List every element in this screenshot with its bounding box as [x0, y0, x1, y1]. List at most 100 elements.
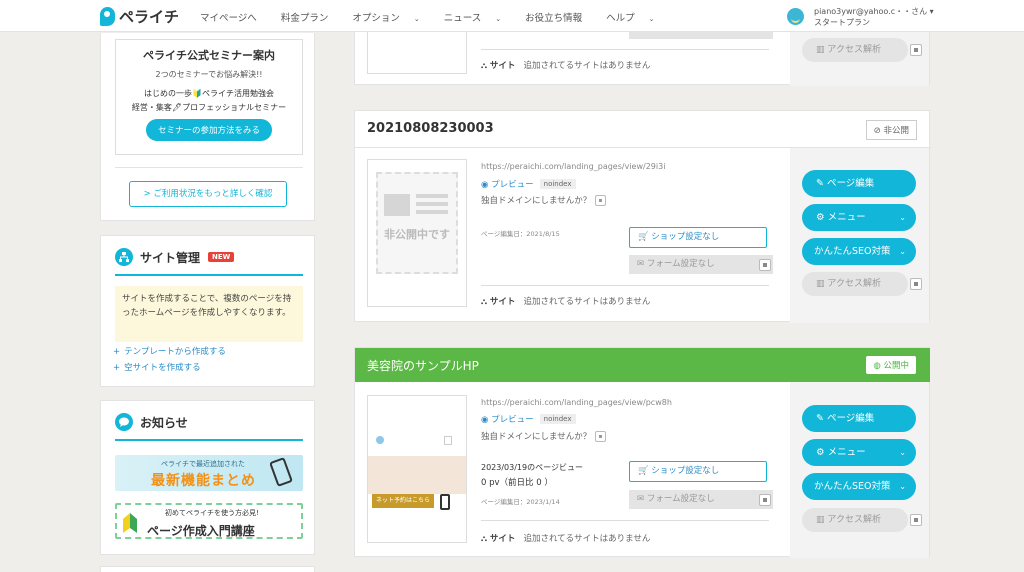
thumb-menu-icon	[444, 436, 452, 445]
plus-icon: +	[113, 347, 121, 357]
lock-icon	[595, 430, 607, 442]
chart-icon: ▥	[816, 515, 825, 525]
eye-icon: ◉	[481, 180, 489, 190]
nav-help[interactable]: ヘルプ ⌄	[606, 10, 666, 24]
sitemap-icon: ⛬	[481, 61, 487, 71]
form-setting-button[interactable]: ✉ フォーム設定なし	[629, 255, 773, 274]
avatar-icon	[787, 8, 804, 25]
site-management-title: サイト管理	[140, 250, 201, 265]
noindex-badge: noindex	[539, 179, 576, 189]
pageview-date-label: 2023/03/19のページビュー	[481, 463, 583, 472]
seo-button[interactable]: かんたんSEO対策 ⌄	[802, 238, 916, 265]
gear-icon: ⚙	[816, 447, 825, 458]
seo-button[interactable]: かんたんSEO対策 ⌄	[802, 473, 916, 500]
lock-icon	[910, 514, 922, 526]
eye-slash-icon: ⊘	[873, 126, 881, 136]
preview-link[interactable]: ◉ プレビュー	[481, 178, 534, 190]
analytics-button[interactable]: ▥ アクセス解析	[802, 508, 908, 532]
chevron-down-icon: ⌄	[648, 15, 655, 23]
lock-icon	[759, 494, 771, 506]
menu-button[interactable]: ⚙ メニュー ⌄	[802, 204, 916, 231]
page-url[interactable]: https://peraichi.com/landing_pages/view/…	[481, 162, 665, 171]
image-icon	[384, 194, 410, 216]
lock-icon	[910, 278, 922, 290]
private-placeholder-text: 非公開中です	[384, 228, 450, 241]
page-thumbnail[interactable]: ネット予約はこちら	[367, 395, 467, 543]
pencil-icon: ✎	[816, 178, 824, 189]
preview-row: ◉ プレビュー noindex	[481, 413, 576, 425]
news-card: お知らせ ペライチで最近追加された 最新機能まとめ 初めてペライチを使う方必見!…	[100, 400, 315, 555]
page-title: 美容院のサンプルHP	[367, 359, 479, 373]
create-empty-site-link[interactable]: + 空サイトを作成する	[113, 361, 201, 373]
chevron-down-icon: ⌄	[413, 15, 420, 23]
seminar-line-2: 経営・集客🖊プロフェッショナルセミナー	[131, 103, 287, 112]
placeholder-frame: 非公開中です	[376, 172, 458, 274]
seminar-title: ペライチ公式セミナー案内	[143, 49, 275, 62]
logo-text: ペライチ	[119, 8, 180, 26]
beginner-mark-icon	[123, 513, 137, 533]
nav-options[interactable]: オプション ⌄	[352, 10, 431, 24]
gear-icon: ⚙	[816, 212, 825, 223]
nav-pricing[interactable]: 料金プラン	[281, 10, 341, 24]
chevron-down-icon: ⌄	[899, 247, 906, 256]
text-lines-icon	[416, 194, 448, 198]
seminar-box: ペライチ公式セミナー案内 2つのセミナーでお悩み解決!! はじめの一歩🔰ペライチ…	[115, 39, 303, 155]
sitemap-icon: ⛬	[481, 297, 487, 307]
eye-icon: ◉	[481, 415, 489, 425]
pencil-icon: ✎	[816, 413, 824, 424]
divider	[481, 520, 769, 521]
thumb-logo-icon	[376, 436, 384, 444]
logo[interactable]: ペライチ	[100, 6, 179, 27]
usage-status-button[interactable]: > ご利用状況をもっと詳しく確認	[129, 181, 287, 207]
chevron-down-icon: ⌄	[899, 448, 906, 457]
pageview-value: 0 pv（前日比 0 ）	[481, 478, 553, 488]
custom-domain-prompt[interactable]: 独自ドメインにしませんか？	[481, 430, 607, 442]
site-management-card: サイト管理 NEW サイトを作成することで、複数のページを持ったホームページを作…	[100, 235, 315, 387]
seminar-subtitle: 2つのセミナーでお悩み解決!!	[155, 70, 263, 79]
shop-setting-button[interactable]: 🛒 ショップ設定なし	[629, 461, 767, 482]
analytics-button[interactable]: ▥ アクセス解析	[802, 38, 908, 62]
seminar-button[interactable]: セミナーの参加方法をみる	[145, 119, 272, 141]
page-edited-date: ページ編集日：2021/8/15	[481, 230, 560, 238]
smartphone-icon	[440, 494, 450, 510]
thumb-reserve-button: ネット予約はこちら	[372, 494, 434, 508]
nav-mypage[interactable]: マイページへ	[200, 10, 269, 24]
form-setting-button[interactable]: ✉ フォーム設定なし	[629, 490, 773, 509]
peraichi-logo-icon	[100, 7, 115, 26]
chart-icon: ▥	[816, 279, 825, 289]
page-edit-button[interactable]: ✎ ページ編集	[802, 170, 916, 197]
nav-news[interactable]: ニュース ⌄	[444, 10, 513, 24]
envelope-icon: ✉	[637, 494, 645, 504]
status-badge-public: ◍ 公開中	[866, 356, 916, 374]
user-plan: スタートプラン	[814, 18, 870, 27]
custom-domain-prompt[interactable]: 独自ドメインにしませんか？	[481, 194, 607, 206]
seminar-line-1: はじめの一歩🔰ペライチ活用勉強会	[144, 89, 274, 98]
sidebar-card-partial	[100, 566, 315, 572]
sitemap-icon: ⛬	[481, 534, 487, 544]
lock-icon	[595, 194, 607, 206]
beginner-course-banner[interactable]: 初めてペライチを使う方必見! ページ作成入門講座	[115, 503, 303, 539]
banner-title: ページ作成入門講座	[147, 524, 255, 538]
chart-icon: ▥	[816, 45, 825, 55]
shop-setting-button[interactable]: 🛒 ショップ設定なし	[629, 227, 767, 248]
page-thumbnail[interactable]: 非公開中です	[367, 159, 467, 307]
new-badge: NEW	[208, 252, 235, 262]
latest-features-banner[interactable]: ペライチで最近追加された 最新機能まとめ	[115, 455, 303, 491]
page-card: 20210808230003 ⊘ 非公開 非公開中です https://pera…	[354, 110, 931, 323]
lock-icon	[910, 44, 922, 56]
page-url[interactable]: https://peraichi.com/landing_pages/view/…	[481, 398, 672, 407]
preview-row: ◉ プレビュー noindex	[481, 178, 576, 190]
preview-link[interactable]: ◉ プレビュー	[481, 413, 534, 425]
page-edit-button[interactable]: ✎ ページ編集	[802, 405, 916, 432]
thumb-hero	[368, 456, 466, 494]
analytics-button[interactable]: ▥ アクセス解析	[802, 272, 908, 296]
nav-tips[interactable]: お役立ち情報	[525, 10, 594, 24]
status-badge-private: ⊘ 非公開	[865, 120, 917, 140]
site-info: ⛬ サイト 追加されてるサイトはありません	[481, 61, 651, 71]
site-management-description: サイトを作成することで、複数のページを持ったホームページを作成しやすくなります。	[115, 286, 303, 342]
news-title: お知らせ	[140, 415, 188, 430]
create-from-template-link[interactable]: + テンプレートから作成する	[113, 345, 226, 357]
action-panel: ✎ ページ編集 ⚙ メニュー ⌄ かんたんSEO対策 ⌄ ▥ アクセス解析	[790, 382, 929, 558]
chevron-down-icon: ⌄	[899, 213, 906, 222]
menu-button[interactable]: ⚙ メニュー ⌄	[802, 439, 916, 466]
